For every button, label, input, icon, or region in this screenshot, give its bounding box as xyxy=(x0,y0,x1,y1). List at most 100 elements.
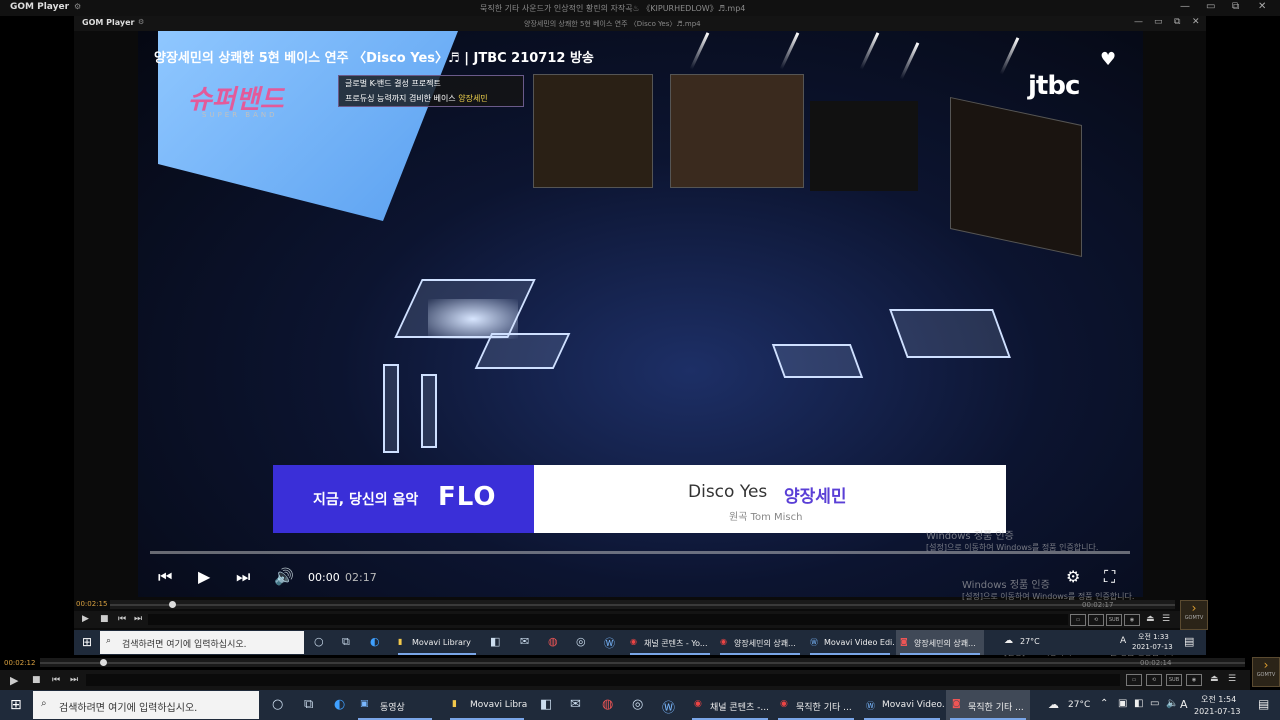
led-screen xyxy=(950,96,1082,258)
gomtv-button[interactable]: › GOMTV xyxy=(1180,600,1208,630)
restore-button[interactable]: ⧉ xyxy=(1232,1,1239,12)
close-button[interactable]: ✕ xyxy=(1258,1,1266,12)
seek-thumb[interactable] xyxy=(168,601,176,608)
playlist-strip[interactable] xyxy=(148,614,1068,625)
cortana-icon[interactable]: ○ xyxy=(272,697,283,712)
edge-icon[interactable]: ◐ xyxy=(334,697,345,712)
heart-icon[interactable]: ♥ xyxy=(1100,49,1116,70)
spotlight-beam xyxy=(859,32,880,70)
elapsed-time: 00:02:12 xyxy=(4,659,36,667)
app-icon[interactable]: Ⓦ xyxy=(662,697,675,716)
video-frame[interactable]: 양장세민의 상쾌한 5현 베이스 연주 〈Disco Yes〉♬ | JTBC … xyxy=(138,31,1143,597)
weather-icon[interactable]: ☁ xyxy=(1004,636,1013,646)
maximize-button[interactable]: ▭ xyxy=(1154,17,1163,27)
next-icon[interactable]: ⏭ xyxy=(236,567,250,587)
taskbar-search[interactable]: ⌕ 검색하려면 여기에 입력하십시오. xyxy=(33,691,259,719)
screen-ratio-button[interactable]: ▭ xyxy=(1070,614,1086,626)
weather-icon[interactable]: ☁ xyxy=(1048,698,1059,711)
taskbar-app-videos[interactable]: ▣ 동영상 xyxy=(354,690,436,720)
gear-icon[interactable]: ⚙ xyxy=(138,18,144,26)
task-view-icon[interactable]: ⧉ xyxy=(304,697,313,712)
mail-icon[interactable]: ✉ xyxy=(570,697,581,712)
task-view-icon[interactable]: ⧉ xyxy=(342,635,350,649)
tray-icon[interactable]: ▣ xyxy=(1118,698,1127,709)
prev-icon[interactable]: ⏮ xyxy=(158,567,172,587)
taskbar-app-gom-active[interactable]: ◙ 묵직한 기타 ... xyxy=(946,690,1030,720)
chevron-up-icon[interactable]: ⌃ xyxy=(1100,698,1108,709)
prev-button[interactable]: ⏮ xyxy=(52,675,60,685)
cortana-icon[interactable]: ○ xyxy=(314,635,324,648)
gear-icon[interactable]: ⚙ xyxy=(74,2,81,11)
clock-date[interactable]: 2021-07-13 xyxy=(1194,707,1241,716)
edge-icon[interactable]: ◐ xyxy=(370,635,380,648)
play-button[interactable]: ▶ xyxy=(82,614,89,624)
taskbar-app-chrome-2[interactable]: ◉ 묵직한 기타 ... xyxy=(774,690,858,720)
minimize-button[interactable]: — xyxy=(1134,17,1143,27)
screen-ratio-button[interactable]: ▭ xyxy=(1126,674,1142,686)
app-icon[interactable]: ◎ xyxy=(576,635,586,648)
menu-icon[interactable]: ☰ xyxy=(1162,614,1170,624)
seek-bar[interactable] xyxy=(110,600,1175,609)
ime-indicator[interactable]: A xyxy=(1180,698,1188,711)
eject-icon[interactable]: ⏏ xyxy=(1210,674,1219,684)
flo-banner-right: Disco Yes 양장세민 원곡 Tom Misch xyxy=(534,465,1006,533)
notification-icon[interactable]: ▤ xyxy=(1184,635,1194,648)
taskbar-app-chrome-2[interactable]: ◉ 양장세민의 상쾌... xyxy=(716,630,804,655)
network-icon[interactable]: ▭ xyxy=(1150,698,1159,709)
capture-button[interactable]: ◉ xyxy=(1124,614,1140,626)
taskbar-app-gom-active[interactable]: ◙ 양장세민의 상쾌... xyxy=(896,630,984,655)
store-icon[interactable]: ◧ xyxy=(540,697,552,712)
weather-temp[interactable]: 27°C xyxy=(1068,700,1090,710)
play-icon[interactable]: ▶ xyxy=(198,567,210,586)
taskbar-app-movavi-library[interactable]: ▮Movavi Library xyxy=(446,690,528,720)
menu-icon[interactable]: ☰ xyxy=(1228,674,1236,684)
prev-button[interactable]: ⏮ xyxy=(118,614,126,624)
seek-thumb[interactable] xyxy=(100,659,108,666)
ime-indicator[interactable]: A xyxy=(1120,636,1126,646)
clock-date[interactable]: 2021-07-13 xyxy=(1132,643,1173,651)
flo-banner: 지금, 당신의 음악 FLO Disco Yes 양장세민 원곡 Tom Mis… xyxy=(273,465,1006,533)
playlist-strip[interactable] xyxy=(86,674,1120,686)
weather-temp[interactable]: 27°C xyxy=(1020,637,1040,646)
close-button[interactable]: ✕ xyxy=(1192,17,1200,27)
repeat-button[interactable]: ⟲ xyxy=(1146,674,1162,686)
app-icon[interactable]: ◍ xyxy=(602,697,613,712)
subtitle-button[interactable]: SUB xyxy=(1106,614,1122,626)
stop-button[interactable]: ■ xyxy=(32,675,41,685)
app-icon[interactable]: ◍ xyxy=(548,635,558,648)
restore-button[interactable]: ⧉ xyxy=(1174,17,1180,27)
play-button[interactable]: ▶ xyxy=(10,674,18,687)
clock-time[interactable]: 오전 1:33 xyxy=(1138,632,1169,642)
next-button[interactable]: ⏭ xyxy=(134,614,142,624)
taskbar-app-movavi-editor[interactable]: Ⓦ Movavi Video Edi... xyxy=(806,630,894,655)
repeat-button[interactable]: ⟲ xyxy=(1088,614,1104,626)
taskbar-app-chrome-1[interactable]: ◉ 채널 콘텐츠 -... xyxy=(688,690,772,720)
stop-button[interactable]: ■ xyxy=(100,614,109,624)
maximize-button[interactable]: ▭ xyxy=(1206,1,1215,12)
taskbar-app-movavi-editor[interactable]: Ⓦ Movavi Video... xyxy=(860,690,944,720)
mail-icon[interactable]: ✉ xyxy=(520,635,529,648)
gomtv-button[interactable]: › GOMTV xyxy=(1252,657,1280,687)
app-icon[interactable]: Ⓦ xyxy=(604,635,615,651)
subtitle-button[interactable]: SUB xyxy=(1166,674,1182,686)
store-icon[interactable]: ◧ xyxy=(490,635,500,648)
volume-icon[interactable]: 🔈 xyxy=(1166,698,1178,709)
taskbar-search[interactable]: ⌕ 검색하려면 여기에 입력하십시오. xyxy=(100,631,304,654)
tray-icon[interactable]: ◧ xyxy=(1134,698,1143,709)
minimize-button[interactable]: — xyxy=(1180,1,1190,12)
taskbar-app-movavi-library[interactable]: ▮Movavi Library xyxy=(394,630,480,655)
outer-window-titlebar: GOM Player ⚙ 묵직한 기타 사운드가 인상적인 황린의 자작곡♨ 《… xyxy=(0,0,1280,16)
capture-button[interactable]: ◉ xyxy=(1186,674,1202,686)
next-button[interactable]: ⏭ xyxy=(70,675,78,685)
notification-icon[interactable]: ▤ xyxy=(1258,697,1269,711)
volume-icon[interactable]: 🔊 xyxy=(274,567,294,586)
windows-start-icon[interactable]: ⊞ xyxy=(82,635,92,649)
windows-start-icon[interactable]: ⊞ xyxy=(10,697,22,713)
elapsed-time: 00:02:15 xyxy=(76,600,108,608)
taskbar-app-chrome-1[interactable]: ◉ 채널 콘텐츠 - Yo... xyxy=(626,630,714,655)
app-icon[interactable]: ◎ xyxy=(632,697,643,712)
clock-time[interactable]: 오전 1:54 xyxy=(1201,694,1236,705)
chrome-icon: ◉ xyxy=(780,699,788,709)
seek-bar[interactable] xyxy=(40,658,1245,667)
eject-icon[interactable]: ⏏ xyxy=(1146,614,1155,624)
